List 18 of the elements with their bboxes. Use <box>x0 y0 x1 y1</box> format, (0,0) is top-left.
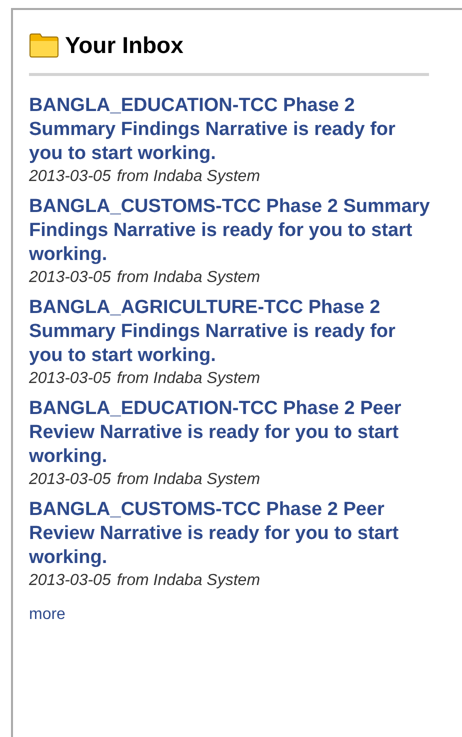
message-date: 2013-03-05 <box>29 470 111 490</box>
message-subject-link[interactable]: BANGLA_EDUCATION-TCC Phase 2 Summary Findings Narrative is ready for you to start working. <box>29 94 434 166</box>
message-subject-link[interactable]: BANGLA_EDUCATION-TCC Phase 2 Peer Review Narrative is ready for you to start working. <box>29 396 434 468</box>
message-subject-link[interactable]: BANGLA_CUSTOMS-TCC Phase 2 Summary Findings Narrative is ready for you to start working. <box>29 194 434 266</box>
message-sender: from Indaba System <box>116 470 260 490</box>
message-sender: from Indaba System <box>116 368 260 388</box>
more-link[interactable]: more <box>29 602 66 626</box>
message-sender: from Indaba System <box>116 570 260 590</box>
message-sender: from Indaba System <box>116 268 260 288</box>
message-date: 2013-03-05 <box>29 166 111 186</box>
panel-title: Your Inbox <box>65 31 184 60</box>
message-sender: from Indaba System <box>116 166 260 186</box>
message-date: 2013-03-05 <box>29 368 111 388</box>
message-subject-link[interactable]: BANGLA_AGRICULTURE-TCC Phase 2 Summary Findings Narrative is ready for you to start working. <box>29 296 434 368</box>
message-date: 2013-03-05 <box>29 570 111 590</box>
message-date: 2013-03-05 <box>29 268 111 288</box>
message-subject-link[interactable]: BANGLA_CUSTOMS-TCC Phase 2 Peer Review Narrative is ready for you to start working. <box>29 498 434 570</box>
folder-icon <box>29 32 59 58</box>
